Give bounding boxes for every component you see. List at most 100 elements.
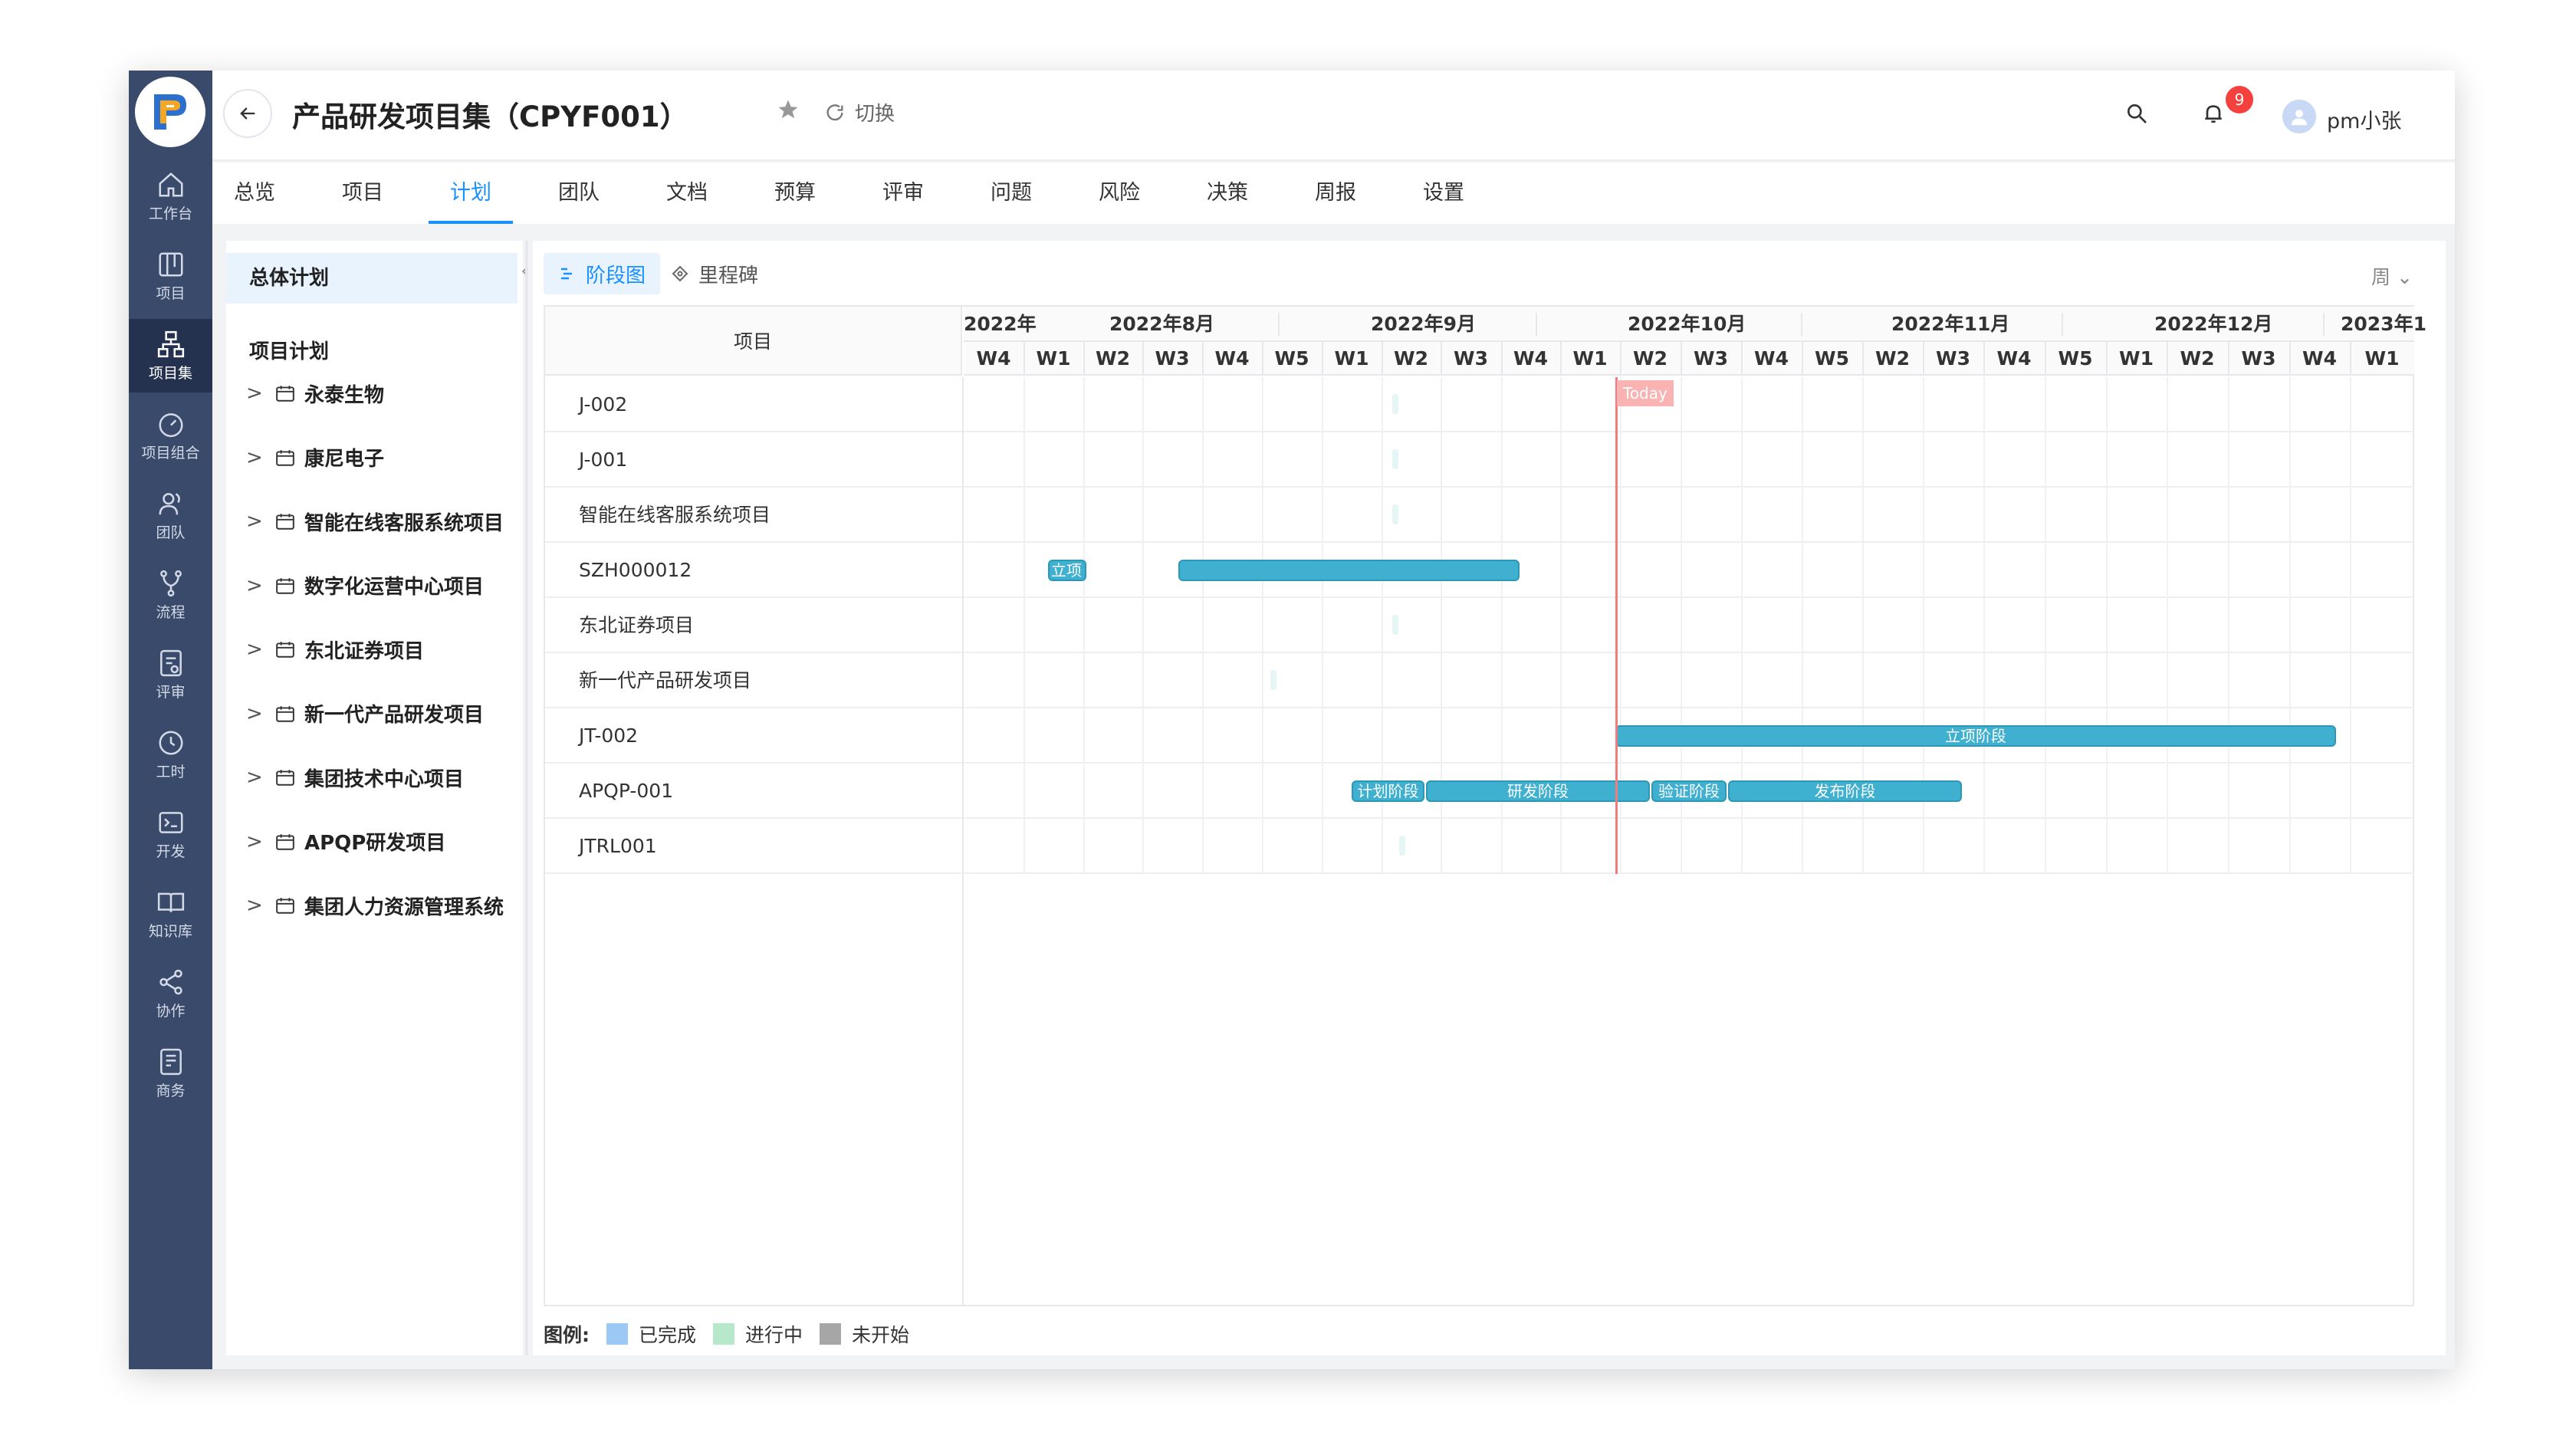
gantt-row[interactable]: JTRL001 [545,819,2414,874]
nav-item-knowledge[interactable]: 知识库 [129,877,212,951]
stage-bar[interactable]: 发布阶段 [1728,780,1962,802]
arrow-left-icon [240,107,255,120]
week-separator [1322,342,1323,376]
nav-item-business[interactable]: 商务 [129,1037,212,1110]
tab-team[interactable]: 团队 [537,163,621,224]
chevron-right-icon[interactable]: > [246,702,268,725]
stage-view-tab[interactable]: 阶段图 [544,253,660,294]
panel-divider[interactable] [525,241,528,1355]
gantt-row[interactable]: 东北证券项目 [545,598,2414,653]
nav-item-team[interactable]: 团队 [129,478,212,552]
tree-item-label: APQP研发项目 [304,832,446,855]
tree-item[interactable]: > 康尼电子 [246,439,384,477]
tree-item-label: 东北证券项目 [304,639,425,663]
nav-item-workbench[interactable]: 工作台 [129,159,212,233]
row-marker [1270,670,1276,690]
chevron-right-icon[interactable]: > [246,574,268,597]
tree-item[interactable]: > 智能在线客服系统项目 [246,502,504,540]
tree-item[interactable]: > APQP研发项目 [246,823,445,861]
tab-review[interactable]: 评审 [861,163,945,224]
notification-button[interactable] [2201,101,2226,129]
week-label: W1 [1572,347,1608,370]
tab-budget[interactable]: 预算 [753,163,837,224]
gantt-chart: 项目 2022年 2022年8月 2022年9月 2022年10月 2022年11月 20… [544,305,2426,1306]
zoom-select[interactable]: 周 ⌄ [2371,262,2413,290]
stage-bar[interactable] [1178,560,1520,581]
month-label: 2022年 [964,313,1037,335]
nav-item-portfolio[interactable]: 项目组合 [129,399,212,472]
week-label: W5 [2058,347,2093,370]
gantt-row[interactable]: 新一代产品研发项目 [545,653,2414,708]
tree-item[interactable]: > 数字化运营中心项目 [246,567,484,605]
project-plan-heading: 项目计划 [249,340,330,363]
stage-bar[interactable]: 立项阶段 [1615,725,2336,747]
tab-settings[interactable]: 设置 [1401,163,1486,224]
gantt-row[interactable]: 智能在线客服系统项目 [545,488,2414,543]
nav-item-project[interactable]: 项目 [129,239,212,313]
gantt-icon [560,268,572,280]
tab-weekly[interactable]: 周报 [1293,163,1378,224]
username[interactable]: pm小张 [2327,104,2401,134]
tab-overview[interactable]: 总览 [212,163,297,224]
week-separator [1441,342,1442,376]
stage-bar[interactable]: 验证阶段 [1651,780,1727,802]
month-label: 2022年9月 [1371,313,1476,335]
overall-plan-item[interactable]: 总体计划 [226,253,518,304]
branch-icon [159,570,182,596]
chevron-right-icon[interactable]: > [246,766,268,789]
tab-docs[interactable]: 文档 [645,163,729,224]
calendar-icon [276,833,294,850]
nav-item-flow[interactable]: 流程 [129,558,212,632]
tree-item[interactable]: > 永泰生物 [246,374,384,412]
tree-item[interactable]: > 集团技术中心项目 [246,758,464,797]
tab-plan[interactable]: 计划 [429,163,513,224]
gantt-row[interactable]: J-001 [545,432,2414,488]
chevron-right-icon[interactable]: > [246,830,268,853]
app-logo[interactable] [135,77,205,147]
month-separator [2062,313,2063,336]
month-header: 2022年 2022年8月 2022年9月 2022年10月 2022年11月 2022年… [964,307,2426,342]
switch-button[interactable]: 切换 [824,98,895,126]
week-label: W3 [1694,347,1728,370]
nav-item-label: 评审 [156,683,186,701]
milestone-view-tab[interactable]: 里程碑 [671,253,758,294]
chevron-right-icon[interactable]: > [246,638,268,661]
tab-issues[interactable]: 问题 [969,163,1053,224]
tab-risks[interactable]: 风险 [1077,163,1162,224]
tree-item[interactable]: > 新一代产品研发项目 [246,695,484,733]
row-marker [1392,615,1398,635]
gantt-row[interactable]: APQP-001 计划阶段 研发阶段 验证阶段 发布阶段 [545,764,2414,819]
calendar-icon [276,514,294,530]
back-button[interactable] [223,89,272,138]
stage-bar[interactable]: 立项 [1048,560,1086,581]
week-label: W3 [1936,347,1970,370]
search-button[interactable] [2124,101,2149,129]
nav-item-dev[interactable]: 开发 [129,797,212,871]
avatar[interactable] [2282,100,2316,133]
week-label: W1 [1036,347,1071,370]
chevron-right-icon[interactable]: > [246,510,268,533]
chevron-right-icon[interactable]: > [246,894,268,917]
nav-item-program[interactable]: 项目集 [129,319,212,393]
month-label: 2022年11月 [1891,313,2010,335]
nav-item-review[interactable]: 评审 [129,638,212,711]
stage-bar[interactable]: 计划阶段 [1352,780,1424,802]
tab-projects[interactable]: 项目 [320,163,405,224]
nav-item-collab[interactable]: 协作 [129,957,212,1030]
legend-swatch-done [606,1323,628,1345]
gantt-row[interactable]: J-002 [545,377,2414,432]
user-icon [2292,110,2307,126]
tab-decisions[interactable]: 决策 [1185,163,1270,224]
today-tag: Today [1617,380,1674,406]
favorite-button[interactable] [777,98,800,124]
tree-item[interactable]: > 集团人力资源管理系统 [246,886,504,925]
chevron-right-icon[interactable]: > [246,446,268,469]
nav-item-worktime[interactable]: 工时 [129,718,212,791]
gantt-row[interactable]: JT-002 立项阶段 [545,708,2414,764]
calendar-icon [276,642,294,658]
chevron-right-icon[interactable]: > [246,382,268,405]
tree-item[interactable]: > 东北证券项目 [246,630,424,669]
week-separator [2045,342,2046,376]
gantt-row[interactable]: SZH000012 立项 [545,543,2414,598]
legend: 图例: 已完成 进行中 未开始 [544,1320,926,1348]
